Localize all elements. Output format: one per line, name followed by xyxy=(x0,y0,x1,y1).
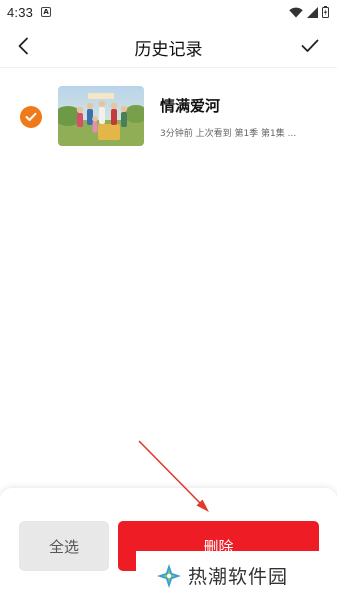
notification-icon: A xyxy=(41,7,52,17)
history-item[interactable]: 情满爱河 3分钟前 上次看到 第1季 第1集 ... xyxy=(0,86,337,150)
check-icon xyxy=(25,112,37,121)
status-bar: 4:33 A xyxy=(0,0,337,24)
wifi-icon xyxy=(289,7,303,17)
status-icons xyxy=(289,6,329,18)
drama-poster-thumbnail xyxy=(58,86,144,146)
checkmark-icon xyxy=(301,39,319,52)
history-item-progress: 3分钟前 上次看到 第1季 第1集 ... xyxy=(160,129,297,139)
select-all-button[interactable]: 全选 xyxy=(19,521,109,571)
history-item-title: 情满爱河 xyxy=(160,97,221,115)
site-logo-icon xyxy=(157,563,181,588)
nav-bar: 历史记录 xyxy=(0,24,337,68)
confirm-button[interactable] xyxy=(297,33,323,59)
selected-checkbox[interactable] xyxy=(20,106,42,128)
watermark: 热潮软件园 xyxy=(136,551,337,600)
watermark-text: 热潮软件园 xyxy=(188,566,289,588)
signal-icon xyxy=(307,6,318,18)
battery-icon xyxy=(322,6,329,18)
page-title: 历史记录 xyxy=(134,40,203,60)
status-time: 4:33 xyxy=(7,4,34,20)
